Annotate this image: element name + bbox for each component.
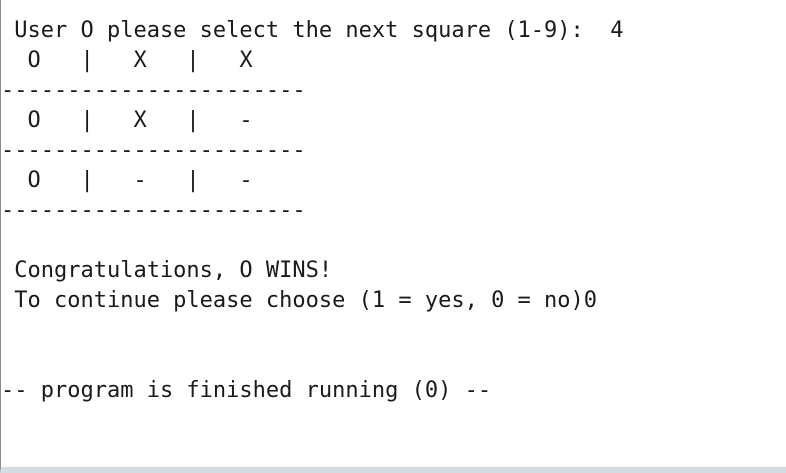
board-divider-3: ----------------------- <box>1 198 306 223</box>
prompt-select-square-line: User O please select the next square (1-… <box>1 18 624 43</box>
board-row-1: O | X | X <box>1 48 253 73</box>
continue-prompt-line: To continue please choose (1 = yes, 0 = … <box>1 288 598 313</box>
program-finished-line: -- program is finished running (0) -- <box>1 378 492 403</box>
console-output-pane[interactable]: User O please select the next square (1-… <box>0 0 786 473</box>
board-row-3: O | - | - <box>1 168 253 193</box>
win-message-line: Congratulations, O WINS! <box>1 258 333 283</box>
board-divider-2: ----------------------- <box>1 138 306 163</box>
board-divider-1: ----------------------- <box>1 78 306 103</box>
board-row-2: O | X | - <box>1 108 253 133</box>
